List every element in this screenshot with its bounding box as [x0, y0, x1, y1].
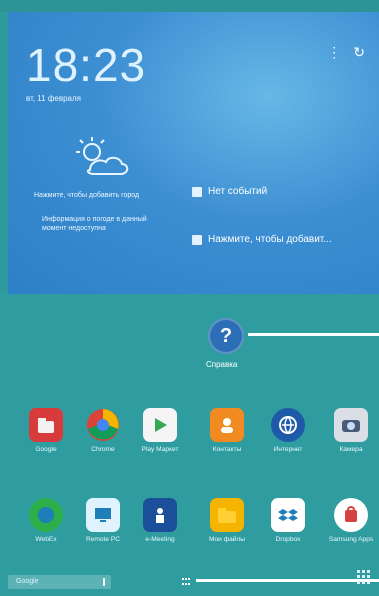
internet-globe-icon: [271, 408, 305, 442]
menu-dots-icon[interactable]: ⋮: [327, 44, 341, 61]
help-callout-line: [248, 333, 379, 336]
calendar-add-event[interactable]: Нажмите, чтобы добавит...: [192, 234, 332, 245]
app-my-files[interactable]: Мои файлы: [199, 498, 255, 544]
app-e-meeting[interactable]: e-Meeting: [132, 498, 188, 544]
calendar-no-events[interactable]: Нет событий: [192, 186, 267, 197]
add-event-label: Нажмите, чтобы добавит...: [208, 234, 332, 245]
app-chrome[interactable]: Chrome: [75, 408, 131, 454]
play-store-icon: [143, 408, 177, 442]
help-app-icon[interactable]: ?: [208, 318, 244, 354]
google-search-label: Google: [16, 578, 39, 585]
app-remote-pc[interactable]: Remote PC: [75, 498, 131, 544]
chrome-icon: [86, 408, 120, 442]
status-bar: [0, 0, 379, 12]
samsung-apps-icon: [334, 498, 368, 532]
weather-add-city-text[interactable]: Нажмите, чтобы добавить город: [34, 191, 154, 200]
clock-date: вт, 11 февраля: [26, 94, 82, 103]
app-camera[interactable]: Камера: [323, 408, 379, 454]
contacts-icon: [210, 408, 244, 442]
dropbox-icon: [271, 498, 305, 532]
app-webex[interactable]: WebEx: [18, 498, 74, 544]
folder-icon: [210, 498, 244, 532]
app-contacts[interactable]: Контакты: [199, 408, 255, 454]
bottom-callout-line: [196, 579, 379, 582]
refresh-icon[interactable]: ↻: [353, 44, 365, 61]
e-meeting-icon: [143, 498, 177, 532]
help-app-label: Справка: [206, 360, 238, 369]
mic-icon[interactable]: [103, 578, 105, 586]
home-pages-icon[interactable]: [182, 578, 192, 586]
webex-icon: [29, 498, 63, 532]
widget-top-actions: ⋮ ↻: [327, 44, 365, 61]
google-search-bar[interactable]: Google: [8, 575, 111, 589]
apps-grid-icon[interactable]: [357, 570, 371, 584]
calendar-icon: [192, 186, 202, 197]
app-samsung-apps[interactable]: Samsung Apps: [323, 498, 379, 544]
app-internet[interactable]: Интернет: [260, 408, 316, 454]
weather-unavailable-text: Информация о погоде в данный момент недо…: [42, 216, 147, 232]
no-events-label: Нет событий: [208, 186, 268, 197]
app-play-market[interactable]: Play Маркет: [132, 408, 188, 454]
remote-pc-icon: [86, 498, 120, 532]
pen-icon: [192, 234, 202, 245]
camera-icon: [334, 408, 368, 442]
clock-time: 18:23: [26, 39, 147, 91]
app-google[interactable]: Google: [18, 408, 74, 454]
app-dropbox[interactable]: Dropbox: [260, 498, 316, 544]
google-folder-icon: [29, 408, 63, 442]
partly-cloudy-icon[interactable]: [72, 134, 132, 182]
